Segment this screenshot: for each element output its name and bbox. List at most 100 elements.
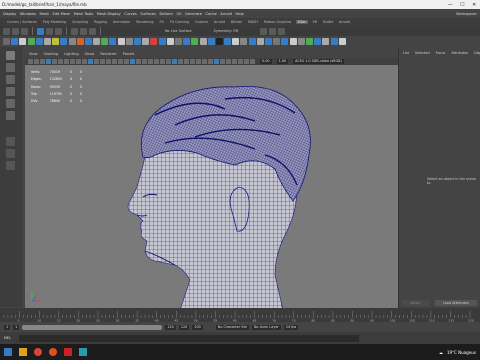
- shelf-tab[interactable]: Curves / Surfaces: [6, 20, 38, 24]
- shelf-tab[interactable]: FX: [159, 20, 165, 24]
- shelf-tool-icon[interactable]: [93, 38, 101, 45]
- panel-tool-icon[interactable]: [28, 59, 33, 64]
- chrome-icon[interactable]: [34, 348, 42, 356]
- select-tool-icon[interactable]: [6, 51, 15, 60]
- shelf-tool-icon[interactable]: [330, 38, 338, 45]
- shelf-tool-icon[interactable]: [101, 38, 109, 45]
- shelf-tool-icon[interactable]: [134, 38, 141, 45]
- panel-tool-icon[interactable]: [88, 59, 93, 64]
- select-hierarchy-icon[interactable]: [37, 27, 44, 35]
- shelf-tool-icon[interactable]: [68, 38, 76, 45]
- panel-tool-icon[interactable]: [82, 59, 87, 64]
- shelf-tab[interactable]: Poly Modeling: [42, 20, 67, 24]
- panel-tool-icon[interactable]: [58, 59, 63, 64]
- panel-tool-icon[interactable]: [244, 59, 249, 64]
- menu-windows[interactable]: Windows: [20, 12, 36, 16]
- viewport[interactable]: Verts: 70519 0 0 Edges: 132855 0 0 Faces: 59339 0 0…: [25, 65, 398, 308]
- panel-tool-icon[interactable]: [118, 59, 123, 64]
- panel-tool-icon[interactable]: [94, 59, 99, 64]
- panel-tool-icon[interactable]: [34, 59, 39, 64]
- shelf-tab[interactable]: XGen: [296, 20, 308, 24]
- select-object-icon[interactable]: [46, 27, 53, 35]
- panel-menu-view[interactable]: View: [29, 52, 38, 56]
- shelf-tab[interactable]: FX Caching: [169, 20, 190, 24]
- scale-tool-icon[interactable]: [6, 111, 15, 120]
- shelf-tool-icon[interactable]: [191, 38, 199, 45]
- gamma-field[interactable]: 1.00: [276, 59, 289, 64]
- shelf-tab[interactable]: Bifrost: [230, 20, 243, 24]
- range-inner-start-field[interactable]: 1: [13, 324, 20, 330]
- minimize-button[interactable]: —: [448, 2, 453, 8]
- lasso-tool-icon[interactable]: [6, 63, 15, 72]
- shelf-tool-icon[interactable]: [248, 38, 256, 45]
- attribute-tab-attributes[interactable]: Attributes: [451, 51, 468, 55]
- shelf-tool-icon[interactable]: [60, 38, 68, 45]
- shelf-tool-icon[interactable]: [289, 38, 297, 45]
- shelf-tool-icon[interactable]: [27, 38, 35, 45]
- menu-mesh-display[interactable]: Mesh Display: [97, 12, 121, 16]
- shelf-tool-icon[interactable]: [297, 38, 305, 45]
- attribute-tab-selected[interactable]: Selected: [415, 51, 430, 55]
- shelf-tool-icon[interactable]: [305, 38, 313, 45]
- shelf-tab[interactable]: Rigging: [93, 20, 108, 24]
- shelf-tool-icon[interactable]: [273, 38, 281, 45]
- snap-point-icon[interactable]: [89, 27, 96, 35]
- attribute-tab-list[interactable]: List: [403, 51, 409, 55]
- select-button[interactable]: Select: [402, 300, 429, 306]
- panel-tool-icon[interactable]: [130, 59, 135, 64]
- panel-tool-icon[interactable]: [160, 59, 165, 64]
- menu-display[interactable]: Display: [3, 12, 16, 16]
- maya-icon[interactable]: [79, 348, 87, 356]
- menu-curves[interactable]: Curves: [124, 12, 136, 16]
- render-icon[interactable]: [260, 27, 268, 35]
- symmetry-label[interactable]: Symmetry: Off: [214, 29, 239, 33]
- move-tool-icon[interactable]: [6, 87, 15, 96]
- layout-icon[interactable]: [6, 137, 15, 146]
- workspace-selector[interactable]: Workspace:: [456, 12, 477, 16]
- start-icon[interactable]: [4, 348, 12, 356]
- range-bar[interactable]: [22, 324, 163, 330]
- shelf-tool-icon[interactable]: [338, 38, 346, 45]
- shelf-tool-icon[interactable]: [183, 38, 191, 45]
- menu-help[interactable]: Help: [236, 12, 244, 16]
- shelf-tool-icon[interactable]: [11, 38, 19, 45]
- snap-curve-icon[interactable]: [80, 27, 87, 35]
- shelf-tool-icon[interactable]: [76, 38, 84, 45]
- shelf-tool-icon[interactable]: [207, 38, 215, 45]
- panel-tool-icon[interactable]: [190, 59, 195, 64]
- panel-tool-icon[interactable]: [232, 59, 237, 64]
- panel-tool-icon[interactable]: [220, 59, 225, 64]
- shelf-tool-icon[interactable]: [3, 38, 10, 45]
- panel-menu-panels[interactable]: Panels: [123, 52, 135, 56]
- panel-tool-icon[interactable]: [106, 59, 111, 64]
- shelf-tool-icon[interactable]: [232, 38, 240, 45]
- shelf-tool-icon[interactable]: [322, 38, 330, 45]
- select-component-icon[interactable]: [55, 27, 62, 35]
- firefox-icon[interactable]: [49, 348, 57, 356]
- shelf-tool-icon[interactable]: [19, 38, 27, 45]
- panel-tool-icon[interactable]: [172, 59, 177, 64]
- color-space-dropdown[interactable]: ACES 1.0 SDR-video (sRGB): [293, 59, 344, 64]
- menu-generate[interactable]: Generate: [185, 12, 202, 16]
- time-ruler[interactable]: 5 10 15 20 25 30 35 40 45 50 55 60 65 70 75 80 85 90 95 100…: [0, 308, 480, 323]
- fps-dropdown[interactable]: 24 fps: [283, 324, 299, 330]
- range-start-field[interactable]: 1: [4, 324, 11, 330]
- shelf-tab[interactable]: Custom: [194, 20, 209, 24]
- shelf-tool-icon[interactable]: [35, 38, 43, 45]
- head-wireframe-mesh[interactable]: [25, 65, 398, 308]
- weather-label[interactable]: 19°C Nuageux: [447, 350, 476, 355]
- panel-tool-icon[interactable]: [52, 59, 57, 64]
- panel-tool-icon[interactable]: [184, 59, 189, 64]
- new-scene-icon[interactable]: [3, 27, 10, 35]
- command-input[interactable]: [18, 334, 359, 342]
- panel-tool-icon[interactable]: [238, 59, 243, 64]
- shelf-tool-icon[interactable]: [142, 38, 150, 45]
- menu-mesh[interactable]: Mesh: [39, 12, 48, 16]
- layout-icon[interactable]: [6, 161, 15, 170]
- shelf-tool-icon[interactable]: [199, 38, 207, 45]
- panel-tool-icon[interactable]: [76, 59, 81, 64]
- panel-tool-icon[interactable]: [202, 59, 207, 64]
- render-settings-icon[interactable]: [278, 27, 286, 35]
- menu-mesh-tools[interactable]: Mesh Tools: [74, 12, 93, 16]
- maximize-button[interactable]: ☐: [460, 2, 464, 8]
